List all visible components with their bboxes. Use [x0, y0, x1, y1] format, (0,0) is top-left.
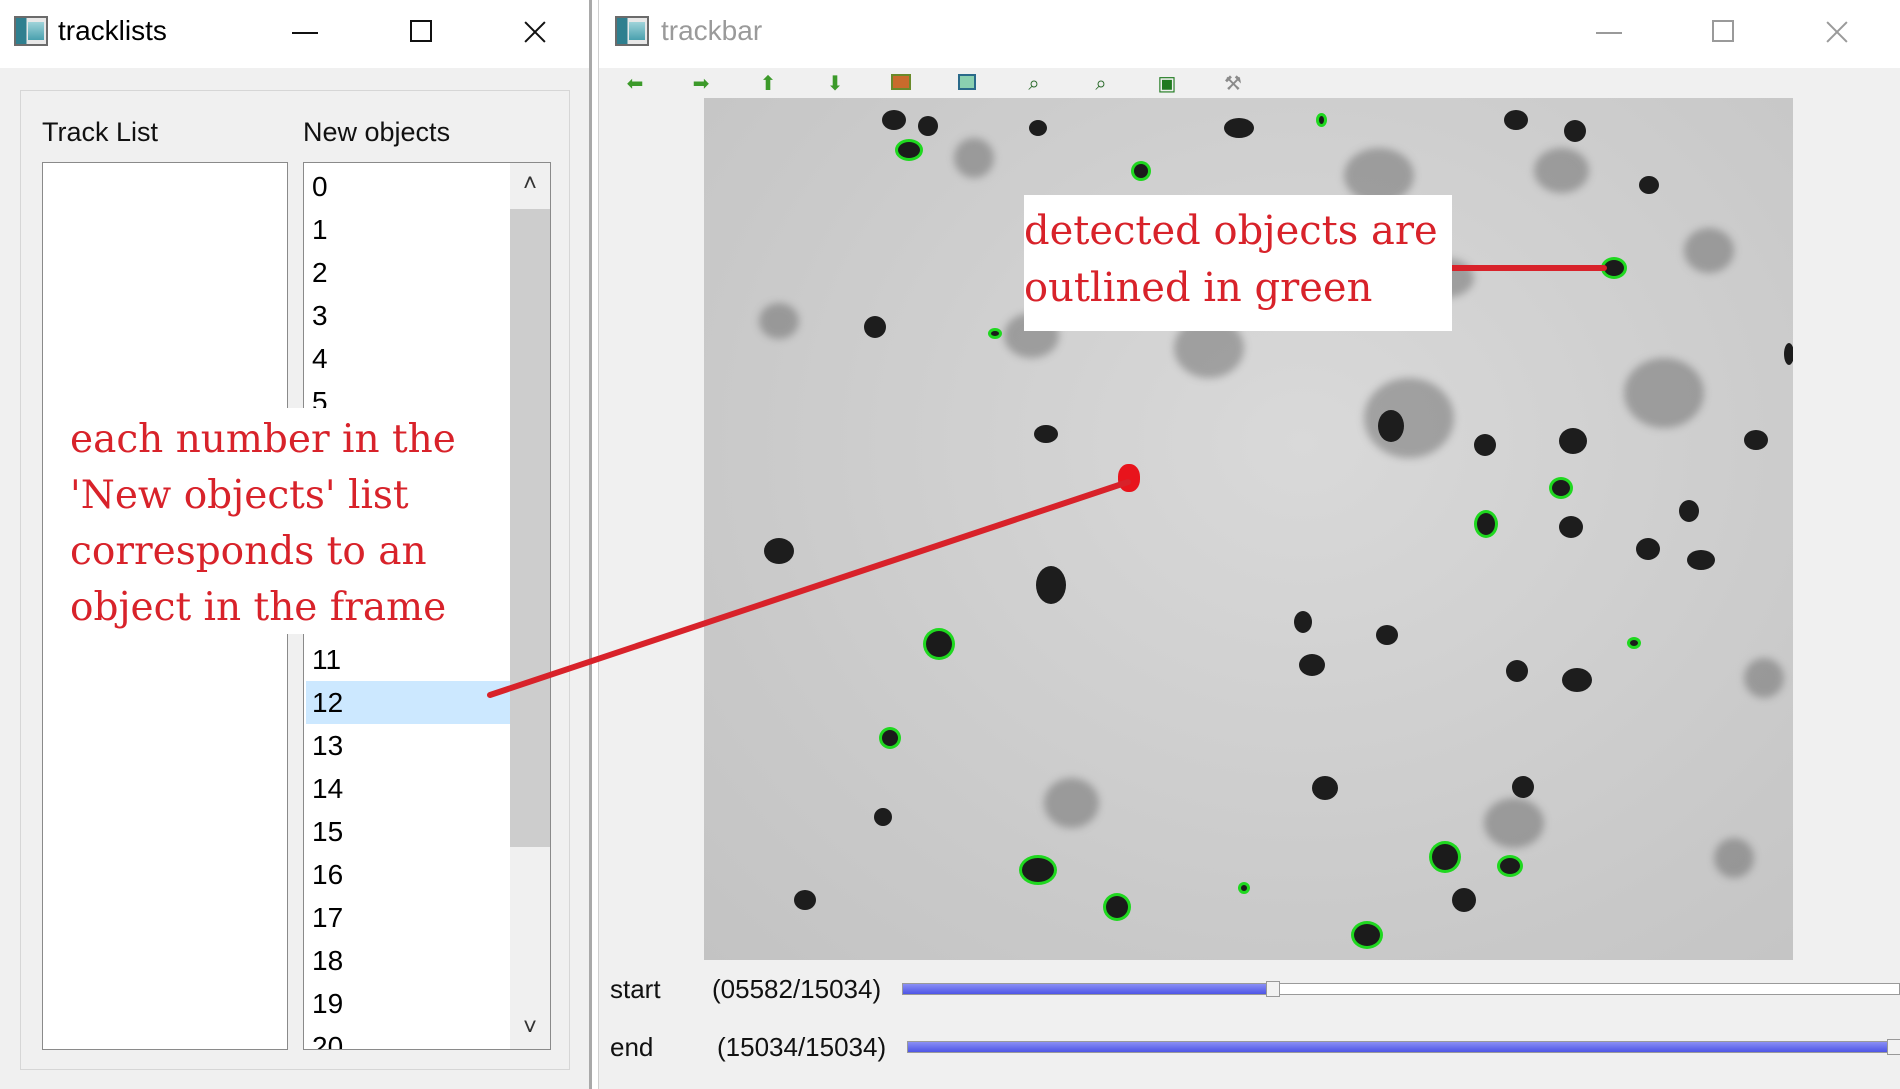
left-annotation-line: object in the frame: [70, 585, 447, 630]
settings-icon[interactable]: ⚒: [1221, 72, 1245, 96]
window-title: trackbar: [661, 15, 763, 46]
list-item[interactable]: 17: [310, 896, 506, 939]
chevron-up-icon[interactable]: ˄: [510, 163, 550, 205]
left-annotation-line: 'New objects' list: [70, 473, 409, 518]
zoom-out-icon[interactable]: ⌕: [1089, 72, 1113, 96]
start-slider-row: start (05582/15034): [610, 969, 1900, 1009]
title-bar[interactable]: trackbar: [599, 0, 1900, 68]
minimize-button[interactable]: [280, 12, 330, 52]
list-item[interactable]: 0: [310, 165, 506, 208]
top-annotation: detected objects are outlined in green: [1024, 195, 1452, 331]
save-icon[interactable]: ▣: [1155, 72, 1179, 96]
end-value: (15034/15034): [717, 1032, 887, 1062]
list-item[interactable]: 15: [310, 810, 506, 853]
window-title: tracklists: [58, 15, 167, 46]
list-item[interactable]: 20: [310, 1025, 506, 1049]
start-slider[interactable]: [902, 981, 1900, 997]
start-slider-handle[interactable]: [1266, 981, 1281, 997]
close-button[interactable]: [1812, 12, 1862, 52]
left-annotation: each number in the 'New objects' list co…: [62, 408, 482, 634]
end-slider[interactable]: [907, 1039, 1900, 1055]
end-slider-handle[interactable]: [1887, 1039, 1900, 1055]
top-annotation-line: detected objects are: [1024, 208, 1438, 254]
arrow-down-icon[interactable]: ⬇: [823, 72, 847, 96]
new-objects-header: New objects: [303, 117, 451, 147]
list-item[interactable]: 1: [310, 208, 506, 251]
scrollbar-thumb[interactable]: [510, 209, 550, 847]
list-item[interactable]: 4: [310, 337, 506, 380]
end-label: end: [610, 1032, 654, 1062]
top-annotation-line: outlined in green: [1024, 265, 1373, 311]
highlighted-object: [1118, 464, 1140, 492]
list-item[interactable]: 19: [310, 982, 506, 1025]
list-item[interactable]: 18: [310, 939, 506, 982]
list-item[interactable]: 13: [310, 724, 506, 767]
list-item[interactable]: 3: [310, 294, 506, 337]
chevron-down-icon[interactable]: ˅: [510, 1007, 550, 1049]
vertical-scrollbar[interactable]: ˄ ˅: [510, 163, 550, 1049]
app-icon: [615, 16, 649, 46]
end-slider-row: end (15034/15034): [610, 1027, 1900, 1067]
toolbar: ⬅ ➡ ⬆ ⬇ ⌕ ⌕ ▣ ⚒: [599, 68, 1900, 100]
arrow-right-icon[interactable]: ➡: [689, 72, 713, 96]
title-bar[interactable]: tracklists: [0, 0, 589, 68]
image-icon[interactable]: [889, 72, 913, 96]
start-value: (05582/15034): [712, 974, 882, 1004]
close-button[interactable]: [510, 12, 560, 52]
list-item[interactable]: 2: [310, 251, 506, 294]
minimize-button[interactable]: [1584, 12, 1634, 52]
list-item[interactable]: 11: [310, 638, 506, 681]
app-icon: [14, 16, 48, 46]
left-annotation-line: corresponds to an: [70, 529, 427, 574]
arrow-up-icon[interactable]: ⬆: [756, 72, 780, 96]
track-list-header: Track List: [42, 117, 159, 147]
maximize-button[interactable]: [1697, 12, 1747, 52]
maximize-button[interactable]: [395, 12, 445, 52]
left-annotation-line: each number in the: [70, 417, 456, 462]
start-label: start: [610, 974, 661, 1004]
list-item[interactable]: 12: [306, 681, 513, 724]
arrow-left-icon[interactable]: ⬅: [623, 72, 647, 96]
list-item[interactable]: 14: [310, 767, 506, 810]
fit-icon[interactable]: [955, 72, 979, 96]
zoom-in-icon[interactable]: ⌕: [1022, 72, 1046, 96]
list-item[interactable]: 16: [310, 853, 506, 896]
